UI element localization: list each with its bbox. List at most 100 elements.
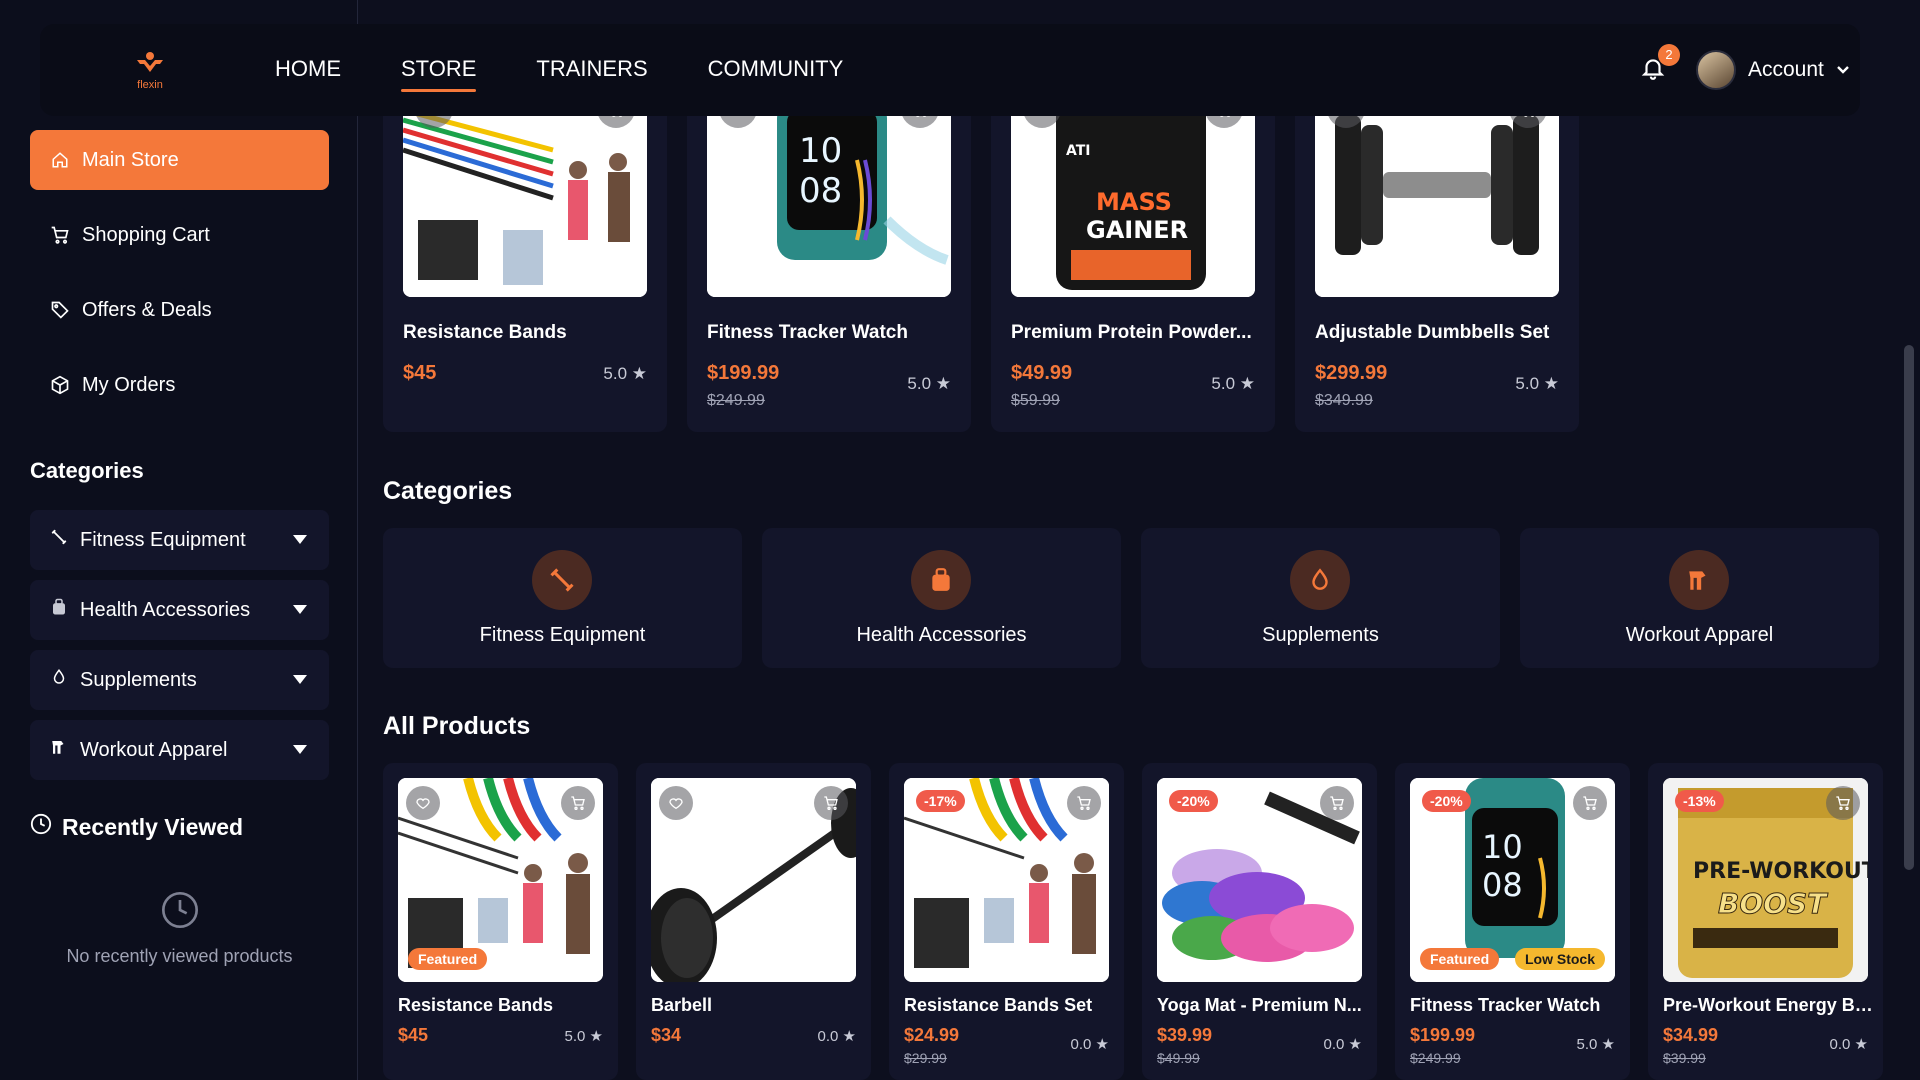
- cart-icon[interactable]: [1067, 786, 1101, 820]
- categories-section-title: Categories: [383, 477, 513, 505]
- discount-badge: -20%: [1422, 790, 1471, 812]
- product-old-price: $39.99: [1663, 1050, 1706, 1066]
- product-card[interactable]: PRE-WORKOUT BOOST -13% Pre-Workout Energ…: [1648, 763, 1883, 1080]
- recently-viewed-empty-text: No recently viewed products: [66, 946, 293, 966]
- recently-viewed-heading: Recently Viewed: [30, 813, 243, 841]
- product-rating: 5.0 ★: [1576, 1036, 1615, 1053]
- page-scrollbar[interactable]: [1898, 0, 1920, 1080]
- category-card-label: Fitness Equipment: [479, 624, 646, 646]
- discount-badge: -17%: [916, 790, 965, 812]
- cart-icon[interactable]: [561, 786, 595, 820]
- clock-icon: [30, 813, 52, 841]
- product-card[interactable]: 10 08 Featured Low Stock -20% Fitness Tr…: [1395, 763, 1630, 1080]
- sidebar-item-label: Offers & Deals: [82, 298, 212, 321]
- product-name[interactable]: Barbell: [651, 995, 861, 1016]
- svg-text:GAINER: GAINER: [1086, 216, 1188, 244]
- category-card-supplements[interactable]: Supplements: [1141, 528, 1500, 668]
- discount-badge: -13%: [1675, 790, 1724, 812]
- product-old-price: $49.99: [1157, 1050, 1200, 1066]
- product-rating: 0.0 ★: [817, 1028, 856, 1045]
- cart-icon[interactable]: [814, 786, 848, 820]
- sidebar-category-list: Fitness Equipment Health Accessories Sup…: [30, 510, 329, 790]
- main-nav: HOME STORE TRAINERS COMMUNITY: [275, 56, 844, 92]
- featured-products: Resistance Bands $45 5.0 ★ 10 08 Fitness…: [383, 90, 1579, 432]
- featured-card[interactable]: 10 08 Fitness Tracker Watch $199.99 $249…: [687, 90, 971, 432]
- sidebar-category-supplements[interactable]: Supplements: [30, 650, 329, 710]
- product-name[interactable]: Fitness Tracker Watch: [1410, 995, 1620, 1016]
- brand-logo[interactable]: flexin: [130, 50, 170, 91]
- product-card[interactable]: -17% Resistance Bands Set $24.99 $29.99 …: [889, 763, 1124, 1080]
- product-name[interactable]: Resistance Bands Set: [904, 995, 1114, 1016]
- account-menu[interactable]: Account: [1748, 58, 1850, 82]
- heart-icon[interactable]: [659, 786, 693, 820]
- sidebar-category-health-accessories[interactable]: Health Accessories: [30, 580, 329, 640]
- category-label: Health Accessories: [80, 598, 251, 621]
- product-card[interactable]: -20% Yoga Mat - Premium N... $39.99 $49.…: [1142, 763, 1377, 1080]
- product-name[interactable]: Resistance Bands: [398, 995, 608, 1016]
- sidebar-item-my-orders[interactable]: My Orders: [30, 355, 329, 415]
- tag-icon: [50, 300, 70, 320]
- category-card-fitness-equipment[interactable]: Fitness Equipment: [383, 528, 742, 668]
- cart-icon[interactable]: [1573, 786, 1607, 820]
- chevron-down-icon[interactable]: [293, 675, 307, 684]
- featured-card[interactable]: Adjustable Dumbbells Set $299.99 $349.99…: [1295, 90, 1579, 432]
- drop-icon: [50, 668, 68, 692]
- heart-icon[interactable]: [406, 786, 440, 820]
- chevron-down-icon: [1837, 66, 1849, 74]
- recently-viewed-title: Recently Viewed: [62, 813, 244, 840]
- product-rating: 0.0 ★: [1323, 1036, 1362, 1053]
- product-rating: 5.0 ★: [603, 364, 647, 383]
- categories-grid: Fitness Equipment Health Accessories Sup…: [383, 528, 1879, 668]
- recently-viewed-empty: No recently viewed products: [30, 890, 329, 967]
- sidebar-item-label: Main Store: [82, 148, 179, 171]
- product-price: $199.99: [1410, 1025, 1476, 1045]
- sidebar-category-fitness-equipment[interactable]: Fitness Equipment: [30, 510, 329, 570]
- product-card[interactable]: Featured Resistance Bands $45 5.0 ★: [383, 763, 618, 1080]
- product-price: $24.99: [904, 1025, 960, 1045]
- featured-card[interactable]: Resistance Bands $45 5.0 ★: [383, 90, 667, 432]
- product-old-price: $249.99: [707, 392, 765, 409]
- nav-trainers[interactable]: TRAINERS: [536, 56, 647, 82]
- product-name[interactable]: Yoga Mat - Premium N...: [1157, 995, 1367, 1016]
- sidebar-item-main-store[interactable]: Main Store: [30, 130, 329, 190]
- product-name[interactable]: Adjustable Dumbbells Set: [1315, 322, 1565, 344]
- sidebar-item-offers[interactable]: Offers & Deals: [30, 280, 329, 340]
- chevron-down-icon[interactable]: [293, 605, 307, 614]
- svg-text:08: 08: [1482, 866, 1523, 904]
- category-card-workout-apparel[interactable]: Workout Apparel: [1520, 528, 1879, 668]
- svg-text:08: 08: [799, 171, 842, 211]
- svg-text:ATI: ATI: [1066, 143, 1091, 159]
- cart-icon[interactable]: [1320, 786, 1354, 820]
- svg-text:10: 10: [799, 131, 842, 171]
- top-navigation: flexin HOME STORE TRAINERS COMMUNITY 2 A…: [40, 24, 1860, 116]
- nav-community[interactable]: COMMUNITY: [708, 56, 844, 82]
- sidebar: Main Store Shopping Cart Offers & Deals …: [0, 0, 358, 1080]
- category-label: Fitness Equipment: [80, 528, 246, 551]
- product-name[interactable]: Fitness Tracker Watch: [707, 322, 957, 344]
- product-rating: 5.0 ★: [1515, 374, 1559, 393]
- low-stock-badge: Low Stock: [1514, 948, 1605, 970]
- featured-card[interactable]: MASS GAINER ATI Premium Protein Powder..…: [991, 90, 1275, 432]
- bag-icon: [911, 550, 971, 610]
- scrollbar-thumb[interactable]: [1904, 345, 1914, 870]
- sidebar-item-label: My Orders: [82, 373, 176, 396]
- chevron-down-icon[interactable]: [293, 745, 307, 754]
- cart-icon[interactable]: [1826, 786, 1860, 820]
- product-card[interactable]: Barbell $34 0.0 ★: [636, 763, 871, 1080]
- bag-icon: [50, 598, 68, 622]
- cart-icon: [50, 225, 70, 245]
- sidebar-item-shopping-cart[interactable]: Shopping Cart: [30, 205, 329, 265]
- avatar[interactable]: [1696, 50, 1736, 90]
- sidebar-category-workout-apparel[interactable]: Workout Apparel: [30, 720, 329, 780]
- product-name[interactable]: Resistance Bands: [403, 322, 653, 344]
- featured-badge: Featured: [408, 948, 488, 970]
- category-card-health-accessories[interactable]: Health Accessories: [762, 528, 1121, 668]
- clock-icon: [160, 890, 200, 930]
- nav-store[interactable]: STORE: [401, 56, 477, 92]
- product-name[interactable]: Pre-Workout Energy Bo...: [1663, 995, 1873, 1016]
- nav-home[interactable]: HOME: [275, 56, 341, 82]
- dumbbell-icon: [50, 528, 68, 552]
- product-name[interactable]: Premium Protein Powder...: [1011, 322, 1261, 344]
- chevron-down-icon[interactable]: [293, 535, 307, 544]
- logo-icon: [137, 52, 163, 72]
